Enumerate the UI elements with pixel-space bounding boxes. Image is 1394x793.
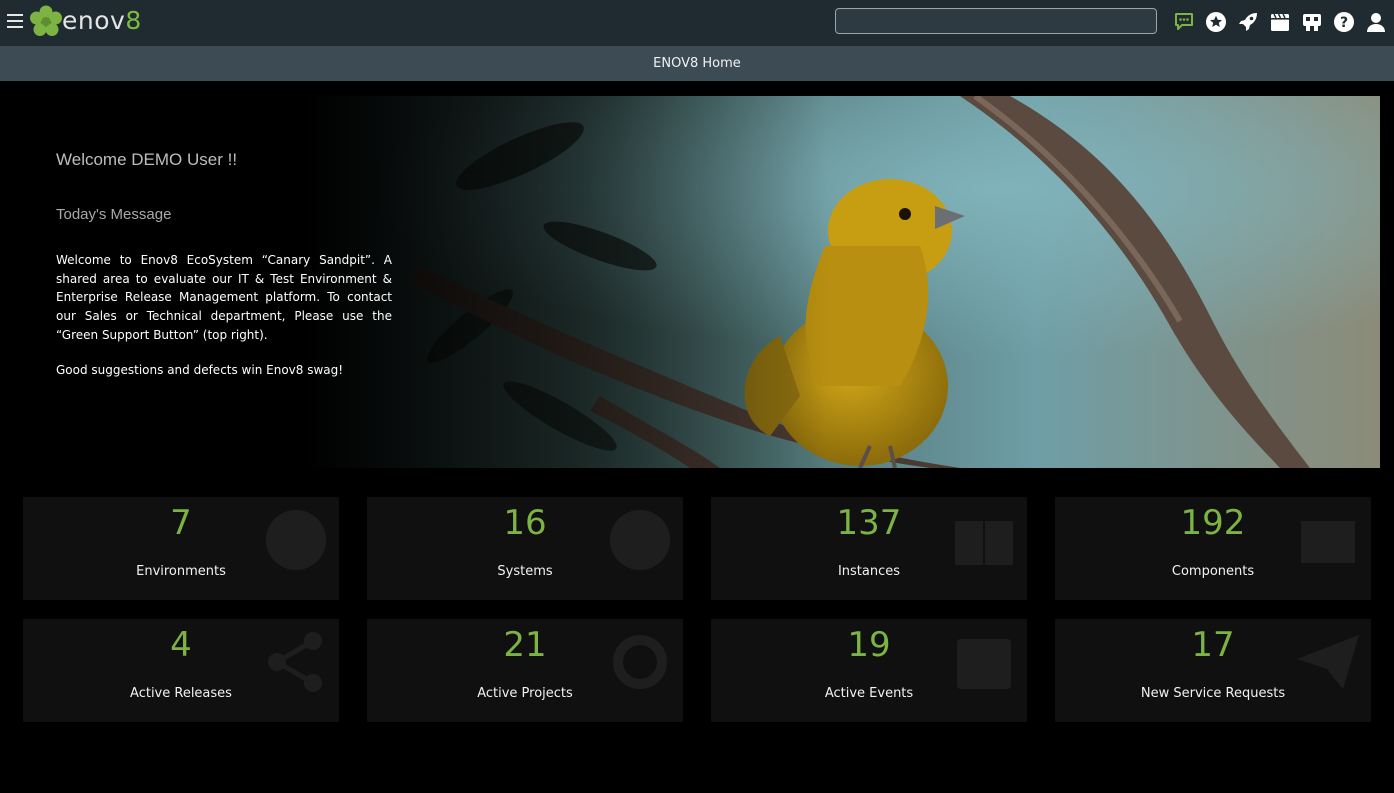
components-label: Components [1171,564,1255,579]
instances-count: 137 [836,503,902,543]
user-icon[interactable] [1364,11,1388,33]
active-events-label: Active Events [824,686,914,701]
components-count: 192 [1180,503,1246,543]
todays-message-label: Today's Message [56,206,172,223]
instances-tile[interactable]: 137 Instances [711,497,1027,600]
top-navigation-bar: enov8 ? [0,0,1394,46]
todays-message-note: Good suggestions and defects win Enov8 s… [56,363,344,377]
new-service-requests-tile[interactable]: 17 New Service Requests [1055,619,1371,722]
new-service-requests-count: 17 [1191,625,1235,665]
todays-message-text: Welcome to Enov8 EcoSystem “Canary Sandp… [56,253,392,342]
page-title: ENOV8 Home [653,56,741,71]
systems-count: 16 [503,503,547,543]
favorites-star-icon[interactable] [1204,11,1228,33]
active-events-count: 19 [847,625,891,665]
active-releases-tile[interactable]: 4 Active Releases [23,619,339,722]
environments-count: 7 [170,503,192,543]
menu-icon[interactable] [7,14,23,28]
instances-label: Instances [837,564,901,579]
svg-text:?: ? [1340,15,1348,31]
active-projects-count: 21 [503,625,547,665]
active-releases-label: Active Releases [130,686,232,701]
toolbar-icons: ? [1172,11,1388,33]
help-icon[interactable]: ? [1332,11,1356,33]
brand-name-suffix: 8 [125,6,142,35]
environments-tile[interactable]: 7 Environments [23,497,339,600]
systems-label: Systems [497,564,553,579]
environments-label: Environments [136,564,226,579]
new-service-requests-label: New Service Requests [1140,686,1286,701]
events-calendar-icon[interactable] [1268,11,1292,33]
active-projects-tile[interactable]: 21 Active Projects [367,619,683,722]
flower-logo-icon [30,5,62,36]
welcome-heading: Welcome DEMO User !! [56,150,238,169]
page-header: ENOV8 Home [0,46,1394,81]
brand-name: enov8 [62,6,142,35]
welcome-banner: Welcome DEMO User !! Today's Message Wel… [0,96,1380,468]
systems-tile[interactable]: 16 Systems [367,497,683,600]
active-releases-count: 4 [170,625,192,665]
support-chat-icon[interactable] [1172,11,1196,33]
components-tile[interactable]: 192 Components [1055,497,1371,600]
apps-icon[interactable] [1300,11,1324,33]
active-projects-label: Active Projects [477,686,573,701]
brand-name-prefix: enov [62,6,126,35]
active-events-tile[interactable]: 19 Active Events [711,619,1027,722]
global-search-input[interactable] [835,8,1157,34]
releases-rocket-icon[interactable] [1236,11,1260,33]
